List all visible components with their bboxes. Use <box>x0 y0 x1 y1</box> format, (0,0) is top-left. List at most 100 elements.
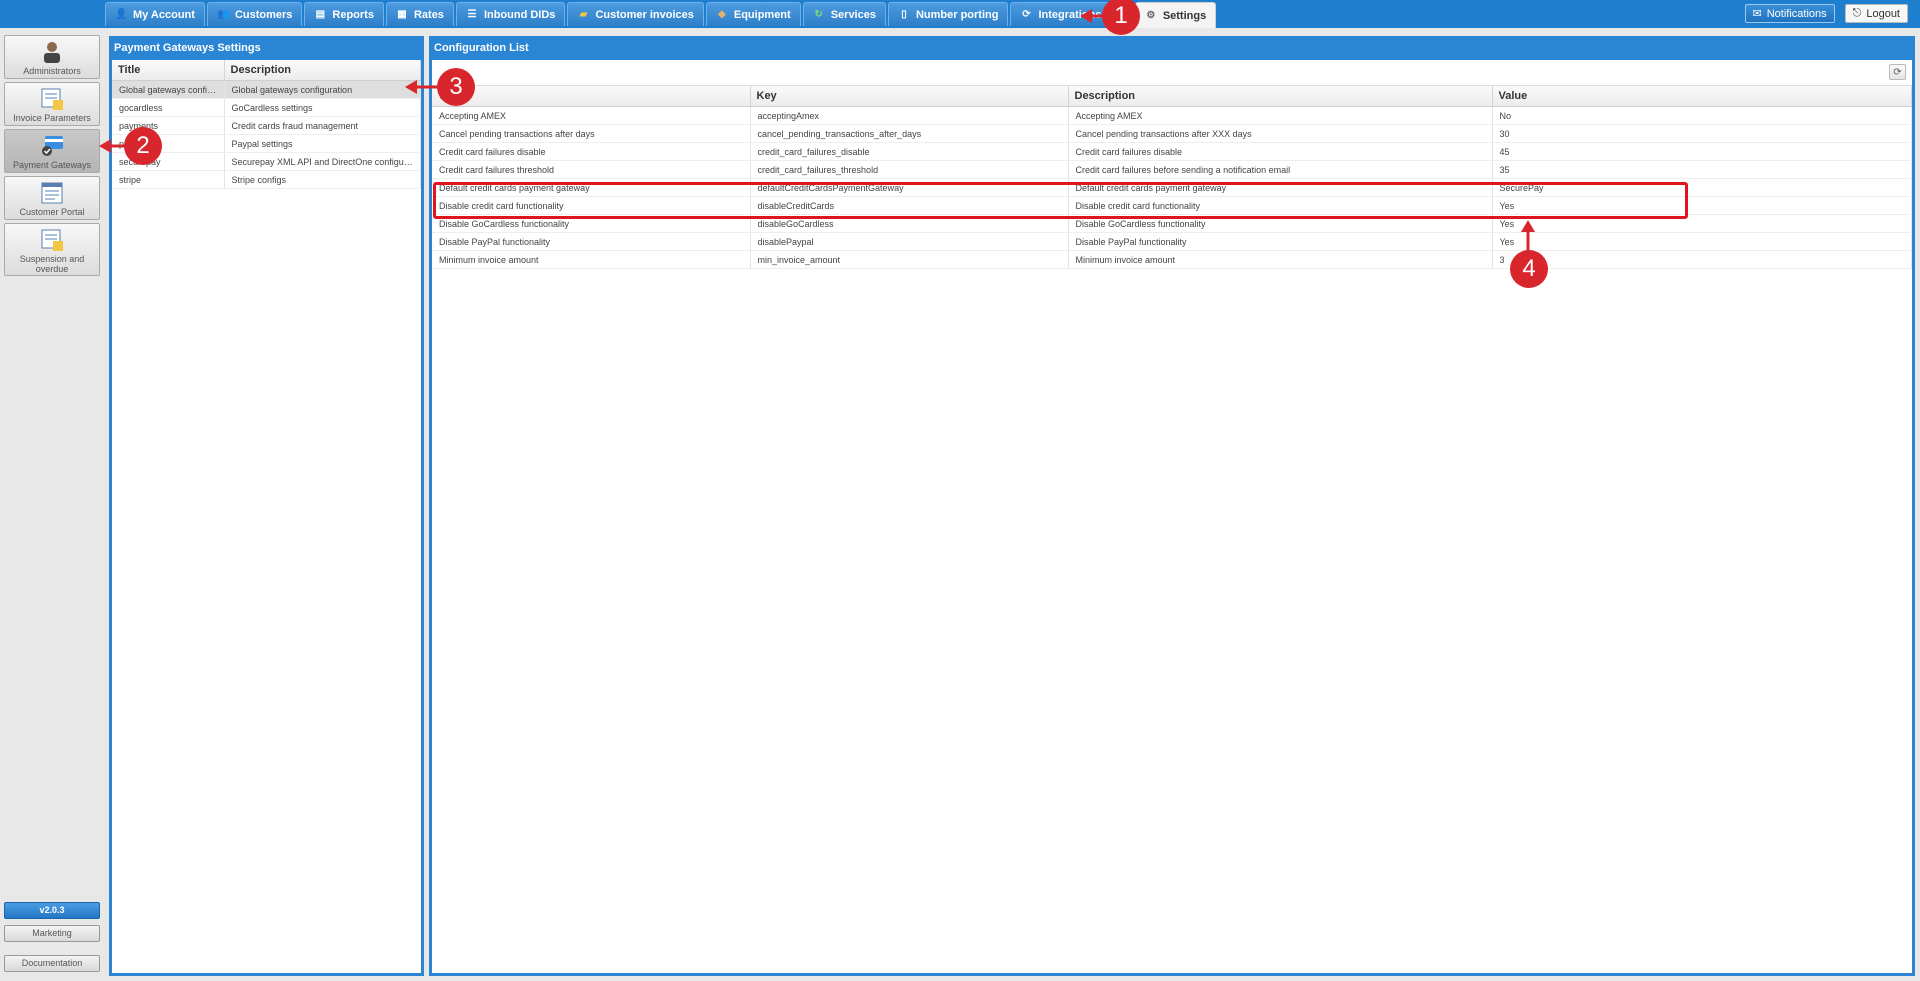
tab-label: Customer invoices <box>595 8 694 21</box>
sidebar-item-label: Customer Portal <box>19 207 85 217</box>
sidebar-item-customer-portal[interactable]: Customer Portal <box>4 176 100 220</box>
gateways-table: Title Description Global gateways config… <box>112 60 421 189</box>
step-marker-4: 4 <box>1510 250 1548 288</box>
column-header-key[interactable]: Key <box>750 86 1069 107</box>
tab-rates[interactable]: ▦ Rates <box>385 2 454 26</box>
table-row[interactable]: Global gateways config... Global gateways… <box>112 80 421 99</box>
table-row[interactable]: Disable GoCardless functionality disableG… <box>432 214 1912 233</box>
configuration-list-panel: Configuration List ⟳ Title Key Descripti… <box>429 36 1915 976</box>
table-row[interactable]: Default credit cards payment gateway defa… <box>432 178 1912 197</box>
notifications-label: Notifications <box>1766 7 1827 20</box>
sidebar-item-label: Administrators <box>23 66 81 76</box>
cell-value: Yes <box>1492 196 1912 215</box>
cell-description: Paypal settings <box>224 134 421 153</box>
table-row[interactable]: Credit card failures threshold credit_car… <box>432 160 1912 179</box>
cell-title: Default credit cards payment gateway <box>432 178 751 197</box>
cell-title: Credit card failures threshold <box>432 160 751 179</box>
tab-label: Reports <box>332 8 374 21</box>
configuration-table: Title Key Description Value Accepting AM… <box>432 86 1912 269</box>
tab-label: Settings <box>1162 9 1207 22</box>
column-header-title[interactable]: Title <box>432 86 751 107</box>
sidebar-item-label: Suspension and overdue <box>19 254 85 274</box>
main-tabs: 👤 My Account 👥 Customers ▤ Reports ▦ Rates ☰… <box>105 2 1217 28</box>
refresh-icon: ⟳ <box>1893 67 1902 78</box>
table-row[interactable]: gocardless GoCardless settings <box>112 98 421 117</box>
cell-description: Minimum invoice amount <box>1068 250 1493 269</box>
cell-key: disablePaypal <box>750 232 1069 251</box>
tab-settings[interactable]: ⚙ Settings <box>1134 2 1217 28</box>
user-icon: 👤 <box>115 8 128 20</box>
column-header-value[interactable]: Value <box>1492 86 1912 107</box>
cell-title: Minimum invoice amount <box>432 250 751 269</box>
tab-equipment[interactable]: ◆ Equipment <box>705 2 801 26</box>
top-navigation-bar: 👤 My Account 👥 Customers ▤ Reports ▦ Rates ☰… <box>0 0 1920 28</box>
sidebar-item-payment-gateways[interactable]: Payment Gateways <box>4 129 100 173</box>
customer-portal-icon <box>41 182 63 204</box>
sidebar-item-administrators[interactable]: Administrators <box>4 35 100 79</box>
configuration-toolbar: ⟳ <box>432 60 1912 86</box>
dids-icon: ☰ <box>467 8 477 20</box>
cell-value: 30 <box>1492 124 1912 143</box>
logout-button[interactable]: ⎋ Logout <box>1844 4 1908 23</box>
cell-key: defaultCreditCardsPaymentGateway <box>750 178 1069 197</box>
table-row[interactable]: Credit card failures disable credit_card_… <box>432 142 1912 161</box>
mail-icon: ✉ <box>1752 8 1762 20</box>
cell-description: Securepay XML API and DirectOne configur… <box>224 152 421 171</box>
tab-customers[interactable]: 👥 Customers <box>206 2 303 26</box>
cell-title: Cancel pending transactions after days <box>432 124 751 143</box>
column-header-description[interactable]: Description <box>1068 86 1493 107</box>
tab-label: Number porting <box>915 8 999 21</box>
table-row[interactable]: Disable PayPal functionality disablePaypa… <box>432 232 1912 251</box>
marketing-button[interactable]: Marketing <box>4 925 100 942</box>
cell-description: Cancel pending transactions after XXX da… <box>1068 124 1493 143</box>
porting-icon: ▯ <box>901 8 907 20</box>
services-icon: ↻ <box>814 8 823 20</box>
table-row[interactable]: Disable credit card functionality disable… <box>432 196 1912 215</box>
cell-key: acceptingAmex <box>750 106 1069 125</box>
cell-title: Accepting AMEX <box>432 106 751 125</box>
cell-title: Disable PayPal functionality <box>432 232 751 251</box>
cell-value: 3 <box>1492 250 1912 269</box>
sidebar-item-suspension-overdue[interactable]: Suspension and overdue <box>4 223 100 276</box>
column-header-title[interactable]: Title <box>112 60 225 81</box>
suspension-icon <box>41 229 63 251</box>
logout-icon: ⎋ <box>1852 7 1862 19</box>
table-row[interactable]: Accepting AMEX acceptingAmex Accepting AME… <box>432 106 1912 125</box>
tab-reports[interactable]: ▤ Reports <box>304 2 384 26</box>
table-row[interactable]: payments Credit cards fraud management <box>112 116 421 135</box>
panel-title: Payment Gateways Settings <box>112 39 421 60</box>
cell-description: Disable PayPal functionality <box>1068 232 1493 251</box>
cell-value: No <box>1492 106 1912 125</box>
table-row[interactable]: Cancel pending transactions after days ca… <box>432 124 1912 143</box>
tab-number-porting[interactable]: ▯ Number porting <box>887 2 1009 26</box>
cell-key: cancel_pending_transactions_after_days <box>750 124 1069 143</box>
tab-services[interactable]: ↻ Services <box>802 2 886 26</box>
equipment-icon: ◆ <box>718 8 726 20</box>
tab-customer-invoices[interactable]: ▰ Customer invoices <box>567 2 704 26</box>
tab-my-account[interactable]: 👤 My Account <box>105 2 205 26</box>
reports-icon: ▤ <box>315 8 326 20</box>
column-header-description[interactable]: Description <box>224 60 421 81</box>
cell-title: Disable GoCardless functionality <box>432 214 751 233</box>
notifications-button[interactable]: ✉ Notifications <box>1744 4 1835 23</box>
cell-key: disableCreditCards <box>750 196 1069 215</box>
cell-value: 35 <box>1492 160 1912 179</box>
cell-value: Yes <box>1492 232 1912 251</box>
refresh-button[interactable]: ⟳ <box>1889 64 1906 80</box>
table-row[interactable]: stripe Stripe configs <box>112 170 421 189</box>
tab-label: Equipment <box>733 8 791 21</box>
payment-gateways-panel: Payment Gateways Settings Title Descript… <box>109 36 424 976</box>
tab-label: Inbound DIDs <box>483 8 556 21</box>
configuration-rows: Accepting AMEX acceptingAmex Accepting AME… <box>432 106 1912 269</box>
table-row[interactable]: Minimum invoice amount min_invoice_amount… <box>432 250 1912 269</box>
cell-title: stripe <box>112 170 225 189</box>
documentation-button[interactable]: Documentation <box>4 955 100 972</box>
version-badge[interactable]: v2.0.3 <box>4 902 100 919</box>
top-right-actions: ✉ Notifications ⎋ Logout <box>1744 4 1908 23</box>
cell-title: Credit card failures disable <box>432 142 751 161</box>
cell-title: Global gateways config... <box>112 80 225 99</box>
tab-inbound-dids[interactable]: ☰ Inbound DIDs <box>455 2 566 26</box>
panel-title: Configuration List <box>432 39 1912 60</box>
invoice-parameters-icon <box>41 88 63 110</box>
sidebar-item-invoice-parameters[interactable]: Invoice Parameters <box>4 82 100 126</box>
